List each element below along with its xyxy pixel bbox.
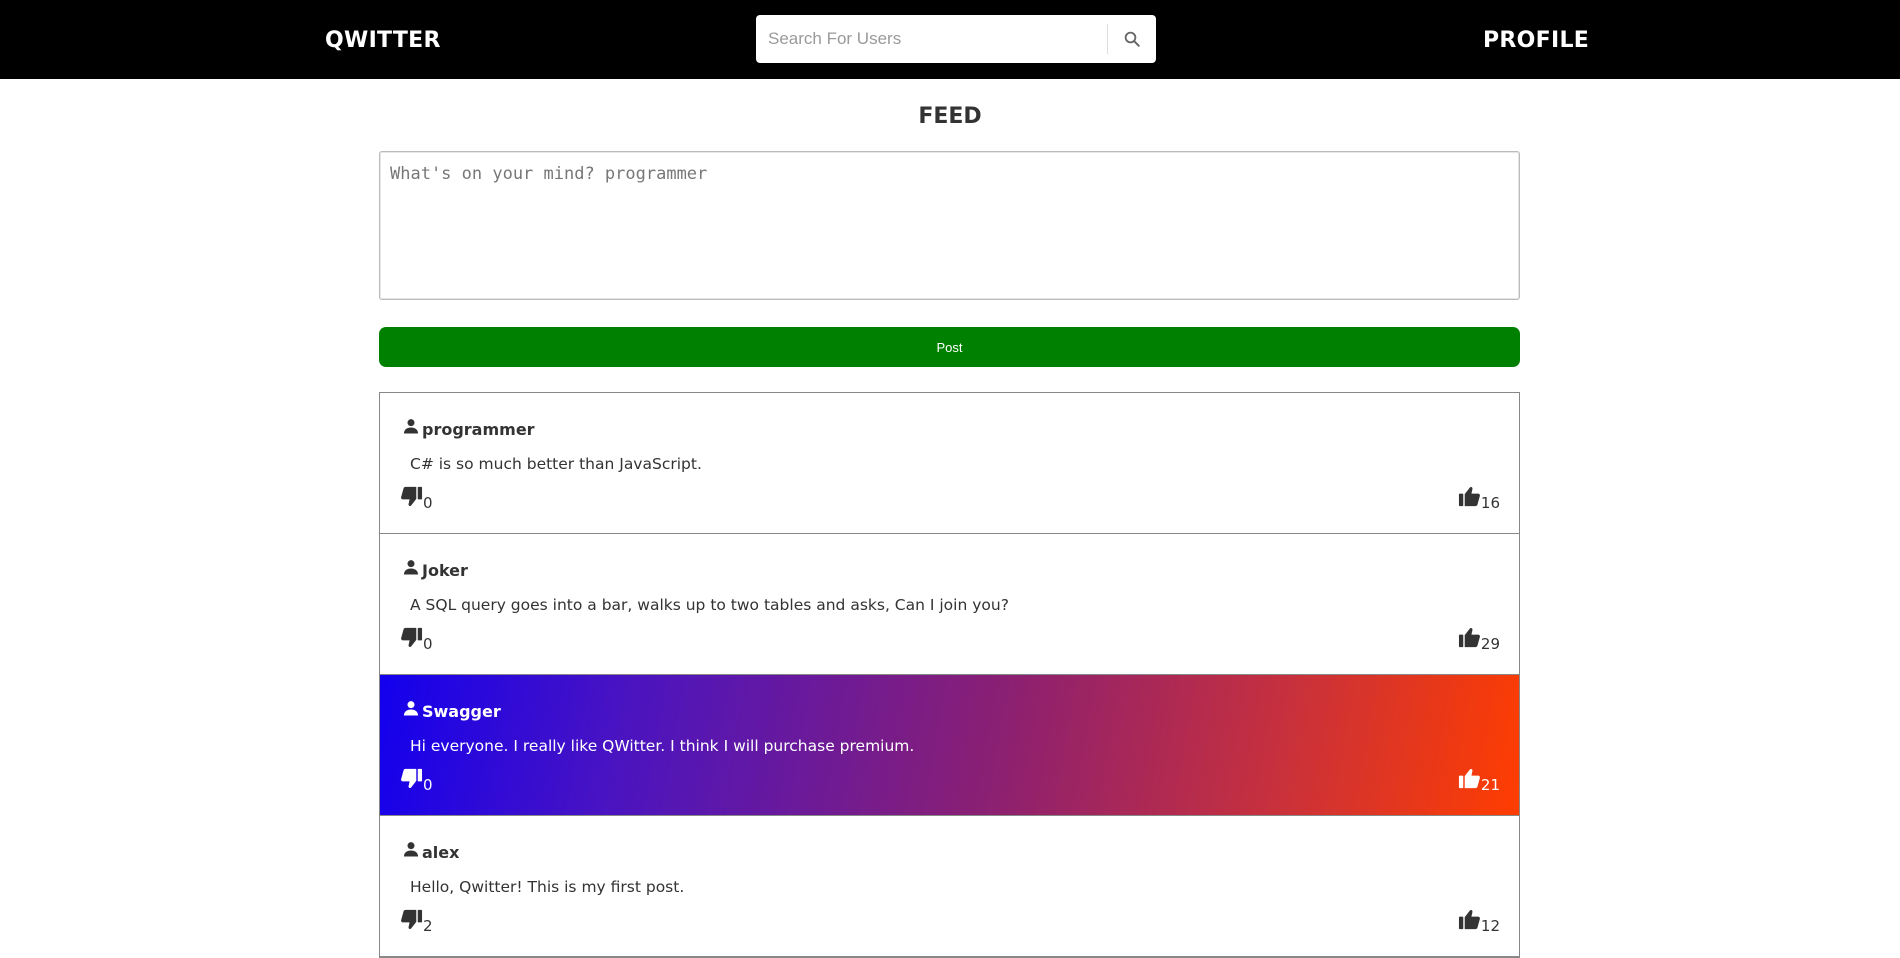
thumbs-down-icon bbox=[400, 767, 423, 790]
like-count: 29 bbox=[1480, 635, 1500, 653]
search-button[interactable] bbox=[1108, 15, 1156, 63]
thumbs-down-icon bbox=[400, 908, 423, 931]
like-count: 16 bbox=[1480, 494, 1500, 512]
dislike-count: 0 bbox=[423, 776, 433, 794]
dislike-count: 0 bbox=[423, 494, 433, 512]
like-button[interactable]: 21 bbox=[1458, 767, 1500, 794]
thumbs-up-icon bbox=[1458, 626, 1481, 649]
post-text: A SQL query goes into a bar, walks up to… bbox=[410, 596, 1009, 614]
user-search-box bbox=[756, 15, 1156, 63]
search-input[interactable] bbox=[756, 16, 1107, 62]
thumbs-down-icon bbox=[400, 626, 423, 649]
post-text: Hello, Qwitter! This is my first post. bbox=[410, 878, 685, 896]
user-icon bbox=[401, 416, 421, 436]
thumbs-up-icon bbox=[1458, 908, 1481, 931]
user-icon bbox=[401, 839, 421, 859]
like-button[interactable]: 29 bbox=[1458, 626, 1500, 653]
feed-post: Swagger Hi everyone. I really like QWitte… bbox=[380, 675, 1519, 816]
post-username[interactable]: Swagger bbox=[422, 702, 501, 721]
post-username[interactable]: Joker bbox=[422, 561, 468, 580]
post-button[interactable]: Post bbox=[379, 327, 1520, 367]
post-username[interactable]: alex bbox=[422, 843, 459, 862]
thumbs-up-icon bbox=[1458, 485, 1481, 508]
dislike-count: 0 bbox=[423, 635, 433, 653]
feed-post: Joker A SQL query goes into a bar, walks … bbox=[380, 534, 1519, 675]
dislike-button[interactable]: 0 bbox=[400, 626, 433, 653]
user-icon bbox=[401, 557, 421, 577]
dislike-button[interactable]: 2 bbox=[400, 908, 433, 935]
compose-post-textarea[interactable] bbox=[379, 151, 1520, 300]
top-navbar: QWITTER PROFILE bbox=[0, 0, 1900, 79]
page-title: FEED bbox=[918, 104, 982, 129]
like-button[interactable]: 12 bbox=[1458, 908, 1500, 935]
thumbs-down-icon bbox=[400, 485, 423, 508]
post-text: C# is so much better than JavaScript. bbox=[410, 455, 702, 473]
post-text: Hi everyone. I really like QWitter. I th… bbox=[410, 737, 915, 755]
post-author[interactable]: Swagger bbox=[401, 698, 501, 721]
feed-post: programmer C# is so much better than Java… bbox=[380, 393, 1519, 534]
user-icon bbox=[401, 698, 421, 718]
dislike-count: 2 bbox=[423, 917, 433, 935]
dislike-button[interactable]: 0 bbox=[400, 485, 433, 512]
like-count: 21 bbox=[1480, 776, 1500, 794]
thumbs-up-icon bbox=[1458, 767, 1481, 790]
profile-link[interactable]: PROFILE bbox=[1483, 28, 1589, 53]
feed-list: programmer C# is so much better than Java… bbox=[379, 392, 1520, 958]
post-author[interactable]: programmer bbox=[401, 416, 535, 439]
like-count: 12 bbox=[1480, 917, 1500, 935]
post-username[interactable]: programmer bbox=[422, 420, 535, 439]
post-author[interactable]: Joker bbox=[401, 557, 468, 580]
brand-logo-link[interactable]: QWITTER bbox=[325, 28, 441, 53]
dislike-button[interactable]: 0 bbox=[400, 767, 433, 794]
like-button[interactable]: 16 bbox=[1458, 485, 1500, 512]
feed-post: alex Hello, Qwitter! This is my first pos… bbox=[380, 816, 1519, 957]
post-author[interactable]: alex bbox=[401, 839, 459, 862]
search-icon bbox=[1124, 31, 1140, 47]
